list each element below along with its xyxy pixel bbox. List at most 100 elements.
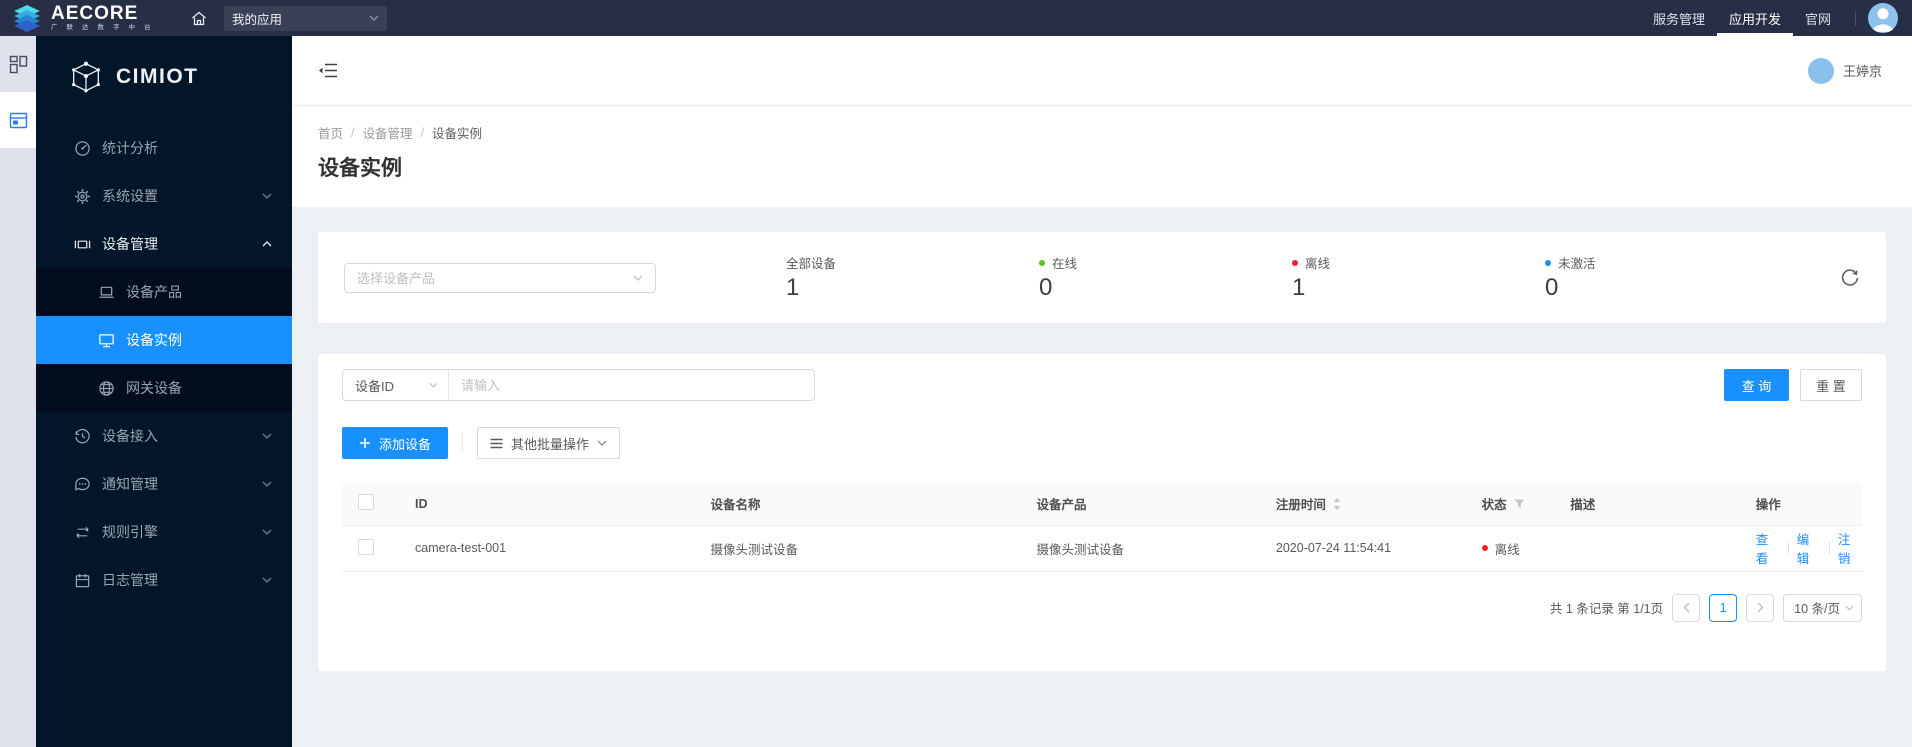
rail-item-apps[interactable] — [0, 36, 36, 92]
search-field-select[interactable]: 设备ID — [343, 370, 449, 400]
chevron-down-icon — [597, 440, 607, 446]
laptop-icon — [98, 284, 115, 301]
sidebar-item-statistics[interactable]: 统计分析 — [36, 124, 292, 172]
sidebar-item-notification-management[interactable]: 通知管理 — [36, 460, 292, 508]
chevron-down-icon — [429, 382, 438, 388]
search-input[interactable] — [449, 370, 814, 400]
topbar: AECORE 广 联 达 数 字 中 台 我的应用 服务管理 应用开发 官网 — [0, 0, 1912, 36]
page-title: 设备实例 — [318, 157, 402, 180]
breadcrumb: 首页 / 设备管理 / 设备实例 — [318, 123, 1886, 142]
sidebar-item-device-management[interactable]: 设备管理 — [36, 220, 292, 268]
user-block[interactable]: 王婷京 — [1807, 57, 1882, 84]
brand-name: AECORE — [51, 3, 139, 25]
sidebar-item-rule-engine[interactable]: 规则引擎 — [36, 508, 292, 556]
search-field-value: 设备ID — [355, 378, 395, 394]
column-device-product: 设备产品 — [1020, 483, 1260, 526]
offline-dot-icon — [1481, 545, 1488, 551]
sidebar: CIMIOT 统计分析 系统设置 设备管理 设备产品 设备实例 网关设备 设备接… — [36, 36, 292, 747]
avatar — [1807, 57, 1834, 84]
page-body: 选择设备产品 全部设备 1 在线 0 离线 1 未激活 0 设备ID 请输入 查… — [292, 207, 1912, 747]
topnav-official-site[interactable]: 官网 — [1793, 0, 1843, 36]
add-device-label: 添加设备 — [379, 436, 432, 452]
sidebar-item-system-settings[interactable]: 系统设置 — [36, 172, 292, 220]
row-checkbox[interactable] — [358, 538, 374, 555]
sidebar-item-label: 设备实例 — [126, 332, 182, 348]
select-all-checkbox[interactable] — [358, 494, 374, 511]
user-name: 王婷京 — [1842, 64, 1882, 79]
page-1-button[interactable]: 1 — [1709, 593, 1738, 622]
app-root: AECORE 广 联 达 数 字 中 台 我的应用 服务管理 应用开发 官网 C… — [0, 0, 1912, 747]
topbar-avatar[interactable] — [1868, 3, 1898, 33]
reset-button[interactable]: 重 置 — [1800, 369, 1862, 401]
app-switcher-select[interactable]: 我的应用 — [224, 5, 387, 31]
table-header-row: ID 设备名称 设备产品 注册时间 状态 描述 操作 — [342, 483, 1862, 526]
product-logo: CIMIOT — [36, 36, 292, 108]
device-list-card: 设备ID 查 询 重 置 — [318, 354, 1886, 671]
monitor-icon — [98, 332, 115, 349]
deregister-link[interactable]: 注销 — [1838, 529, 1862, 567]
page-header: 首页 / 设备管理 / 设备实例 设备实例 — [292, 106, 1912, 207]
pagination: 共 1 条记录 第 1/1页 1 10 条/页 — [342, 593, 1862, 622]
add-device-button[interactable]: 添加设备 — [342, 427, 449, 459]
stat-label: 全部设备 — [786, 257, 837, 272]
query-button[interactable]: 查 询 — [1724, 369, 1789, 401]
chevron-down-icon — [262, 529, 272, 535]
edit-link[interactable]: 编辑 — [1797, 529, 1821, 567]
table-row: camera-test-001 摄像头测试设备 摄像头测试设备 2020-07-… — [342, 525, 1862, 572]
stat-value: 0 — [1039, 274, 1053, 302]
app-switcher-value: 我的应用 — [232, 12, 283, 27]
filter-row: 设备ID 查 询 重 置 — [342, 369, 1862, 401]
sidebar-item-log-management[interactable]: 日志管理 — [36, 556, 292, 604]
breadcrumb-device-management[interactable]: 设备管理 — [363, 123, 413, 142]
cell-operations: 查看 编辑 注销 — [1739, 525, 1862, 572]
plus-icon — [359, 437, 371, 449]
sidebar-item-label: 设备产品 — [126, 284, 182, 300]
device-management-submenu: 设备产品 设备实例 网关设备 — [36, 268, 292, 412]
chevron-down-icon — [369, 15, 379, 21]
action-row: 添加设备 其他批量操作 — [342, 427, 1862, 459]
device-table: ID 设备名称 设备产品 注册时间 状态 描述 操作 camera-test-0… — [342, 483, 1862, 572]
column-device-name: 设备名称 — [694, 483, 1021, 526]
topnav-service-management[interactable]: 服务管理 — [1641, 0, 1717, 36]
sidebar-item-device-access[interactable]: 设备接入 — [36, 412, 292, 460]
page-size-select[interactable]: 10 条/页 — [1783, 593, 1862, 622]
sidebar-item-label: 设备管理 — [102, 236, 158, 252]
grid-icon — [9, 55, 28, 74]
sidebar-item-label: 系统设置 — [102, 188, 158, 204]
column-operations: 操作 — [1739, 483, 1862, 526]
topnav-app-development[interactable]: 应用开发 — [1716, 0, 1793, 36]
divider — [1855, 10, 1856, 26]
home-icon — [191, 11, 207, 26]
stat-offline: 离线 1 — [1292, 253, 1545, 301]
sidebar-item-gateway-devices[interactable]: 网关设备 — [36, 364, 292, 412]
prev-page-button[interactable] — [1672, 593, 1701, 622]
menu-fold-icon[interactable] — [318, 62, 338, 79]
rule-engine-icon — [74, 524, 91, 541]
rail-item-current-app[interactable] — [0, 92, 36, 148]
next-page-button[interactable] — [1746, 593, 1775, 622]
search-input-group: 设备ID — [342, 369, 815, 401]
breadcrumb-separator: / — [420, 125, 424, 140]
brand-subtitle: 广 联 达 数 字 中 台 — [51, 24, 155, 32]
column-status: 状态 — [1465, 483, 1555, 526]
chevron-down-icon — [262, 577, 272, 583]
column-description: 描述 — [1554, 483, 1740, 526]
sidebar-item-device-products[interactable]: 设备产品 — [36, 268, 292, 316]
filter-icon[interactable] — [1514, 499, 1525, 509]
breadcrumb-home[interactable]: 首页 — [318, 123, 343, 142]
breadcrumb-current: 设备实例 — [432, 127, 483, 141]
view-link[interactable]: 查看 — [1756, 529, 1780, 567]
stat-label: 离线 — [1305, 257, 1331, 272]
device-stats-card: 选择设备产品 全部设备 1 在线 0 离线 1 未激活 0 — [318, 232, 1886, 323]
sidebar-item-label: 统计分析 — [102, 140, 158, 156]
product-select[interactable]: 选择设备产品 — [344, 262, 656, 293]
home-button[interactable] — [186, 5, 212, 31]
content-header: 王婷京 — [292, 36, 1912, 106]
sort-icon[interactable] — [1333, 497, 1341, 510]
sidebar-item-label: 日志管理 — [102, 572, 158, 588]
refresh-icon[interactable] — [1840, 268, 1860, 288]
cell-description — [1554, 525, 1740, 572]
stat-total-devices: 全部设备 1 — [786, 253, 1039, 301]
sidebar-item-device-instances[interactable]: 设备实例 — [36, 316, 292, 364]
batch-operations-button[interactable]: 其他批量操作 — [477, 427, 621, 459]
